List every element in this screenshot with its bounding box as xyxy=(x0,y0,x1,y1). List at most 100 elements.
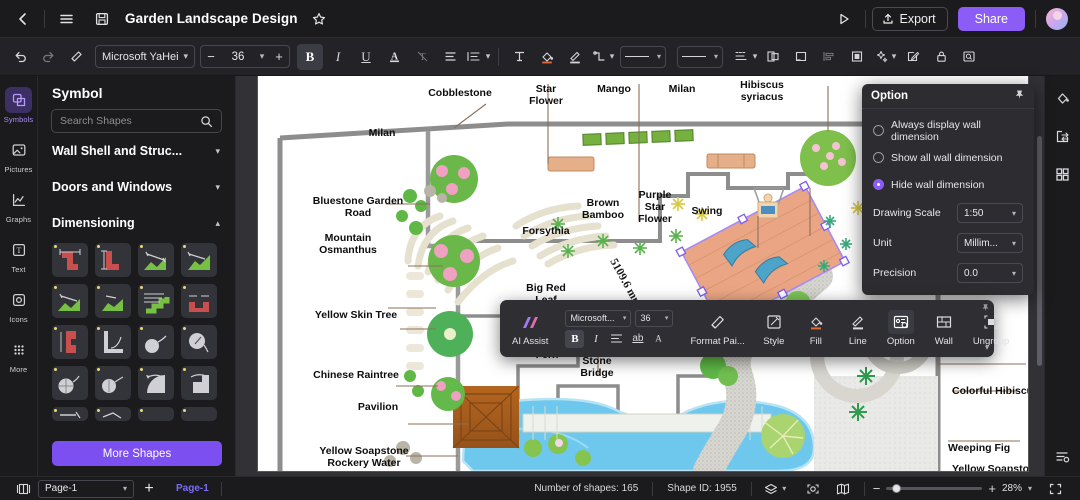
format-painter-button[interactable]: Format Pai... xyxy=(682,300,752,357)
zoom-out-button[interactable]: − xyxy=(873,481,881,496)
duplicate-icon[interactable] xyxy=(760,44,786,70)
connector-icon[interactable]: ▾ xyxy=(590,44,616,70)
canvas-vertical-scrollbar[interactable] xyxy=(1037,136,1042,366)
drawing-scale-select[interactable]: 1:50 ▾ xyxy=(957,203,1023,223)
shape-cell[interactable] xyxy=(95,243,131,277)
list-icon[interactable]: ▾ xyxy=(732,44,758,70)
search-shapes[interactable] xyxy=(51,109,222,133)
undo-icon[interactable] xyxy=(7,44,33,70)
zoom-slider-handle[interactable] xyxy=(892,484,902,493)
option-button[interactable]: Option xyxy=(879,300,923,357)
radio-hide[interactable]: Hide wall dimension xyxy=(873,171,1023,198)
shape-cell[interactable] xyxy=(95,366,131,400)
font-size-decrease[interactable]: − xyxy=(201,49,221,64)
ai-assist-button[interactable]: AI Assist xyxy=(504,300,556,357)
align-icon[interactable] xyxy=(437,44,463,70)
bold-button[interactable]: B xyxy=(297,43,323,70)
shape-cell[interactable] xyxy=(95,284,131,318)
save-icon[interactable] xyxy=(87,6,117,32)
radio-always-display[interactable]: Always display wall dimension xyxy=(873,117,1023,144)
rail-item-text[interactable]: T Text xyxy=(1,232,37,278)
star-icon[interactable] xyxy=(304,6,334,32)
layers-icon[interactable]: ▾ xyxy=(760,478,790,500)
line-color-icon[interactable] xyxy=(562,44,588,70)
shape-cell[interactable] xyxy=(138,407,174,421)
format-painter-icon[interactable] xyxy=(63,44,89,70)
find-icon[interactable] xyxy=(956,44,982,70)
map-overview-icon[interactable] xyxy=(828,478,858,500)
shape-cell[interactable] xyxy=(52,407,88,421)
avatar[interactable] xyxy=(1046,7,1068,30)
line-weight-select[interactable]: ▾ xyxy=(677,45,723,68)
rail-item-graphs[interactable]: Graphs xyxy=(1,182,37,228)
export-button[interactable]: Export xyxy=(871,6,948,31)
crop-icon[interactable] xyxy=(844,44,870,70)
more-options-icon[interactable]: ▾ xyxy=(985,343,989,352)
wall-button[interactable]: Wall xyxy=(923,300,965,357)
section-dimensioning[interactable]: Dimensioning ▴ xyxy=(38,205,235,241)
lock-icon[interactable] xyxy=(928,44,954,70)
focus-icon[interactable] xyxy=(798,478,828,500)
zoom-in-button[interactable]: + xyxy=(988,481,996,496)
shape-cell[interactable] xyxy=(181,243,217,277)
font-color-button[interactable]: A xyxy=(381,44,407,70)
mini-italic-button[interactable]: I xyxy=(586,330,605,348)
rail-item-pictures[interactable]: Pictures xyxy=(1,132,37,178)
rail-item-icons[interactable]: Icons xyxy=(1,282,37,328)
zoom-value[interactable]: 28% xyxy=(1002,483,1022,494)
layers-settings-icon[interactable] xyxy=(1050,444,1076,468)
page-tab-page-1[interactable]: Page-1 xyxy=(164,483,221,494)
theme-fill-icon[interactable] xyxy=(1050,86,1076,110)
ungroup-button[interactable]: Ungroup xyxy=(965,300,1017,357)
more-shapes-button[interactable]: More Shapes xyxy=(52,441,222,466)
section-doors-windows[interactable]: Doors and Windows ▾ xyxy=(38,169,235,205)
shape-cell[interactable] xyxy=(138,325,174,359)
font-size-stepper[interactable]: − 36 ▾ + xyxy=(200,45,290,68)
mini-font-size-select[interactable]: 36 ▾ xyxy=(635,309,674,327)
text-box-icon[interactable] xyxy=(506,44,532,70)
page-select[interactable]: Page-1 ▾ xyxy=(38,479,134,498)
section-wall-shell[interactable]: Wall Shell and Struc... ▾ xyxy=(38,133,235,169)
font-size-value[interactable]: 36 xyxy=(221,51,255,63)
shape-cell[interactable] xyxy=(95,407,131,421)
font-family-select[interactable]: Microsoft YaHei ▾ xyxy=(95,45,195,68)
shape-cell[interactable] xyxy=(138,366,174,400)
rail-item-more[interactable]: More xyxy=(1,332,37,378)
mini-font-family-select[interactable]: Microsoft... ▾ xyxy=(565,309,632,327)
line-style-select[interactable]: ▾ xyxy=(620,45,666,68)
shape-icon[interactable] xyxy=(788,44,814,70)
menu-icon[interactable] xyxy=(51,6,81,32)
share-button[interactable]: Share xyxy=(957,6,1025,31)
unit-select[interactable]: Millim... ▾ xyxy=(957,233,1023,253)
font-size-increase[interactable]: + xyxy=(269,49,289,64)
shape-cell[interactable] xyxy=(138,284,174,318)
shape-cell[interactable] xyxy=(181,407,217,421)
shape-cell[interactable] xyxy=(95,325,131,359)
fit-screen-icon[interactable] xyxy=(1040,478,1070,500)
search-input[interactable] xyxy=(60,115,200,127)
mini-font-color-button[interactable]: A xyxy=(649,330,668,348)
edit-icon[interactable] xyxy=(900,44,926,70)
fill-color-icon[interactable] xyxy=(534,44,560,70)
shape-cell[interactable] xyxy=(52,325,88,359)
line-button[interactable]: Line xyxy=(837,300,879,357)
precision-select[interactable]: 0.0 ▾ xyxy=(957,263,1023,283)
align-icon[interactable] xyxy=(607,330,626,348)
mini-bold-button[interactable]: B xyxy=(565,329,585,348)
shape-cell[interactable] xyxy=(52,366,88,400)
chevron-down-icon[interactable]: ▾ xyxy=(255,51,269,62)
shape-cell[interactable] xyxy=(181,366,217,400)
zoom-slider[interactable] xyxy=(886,484,983,493)
effects-icon[interactable]: ▾ xyxy=(872,44,898,70)
redo-icon[interactable] xyxy=(35,44,61,70)
pin-icon[interactable] xyxy=(1014,87,1025,105)
clear-format-icon[interactable]: T xyxy=(409,44,435,70)
style-button[interactable]: Style xyxy=(753,300,795,357)
fill-button[interactable]: Fill xyxy=(795,300,837,357)
shape-cell[interactable] xyxy=(52,243,88,277)
grid-layout-icon[interactable] xyxy=(1050,162,1076,186)
shape-cell[interactable] xyxy=(181,284,217,318)
add-page-button[interactable]: + xyxy=(134,478,164,500)
mini-text-case-button[interactable]: ab xyxy=(628,330,647,348)
shape-cell[interactable] xyxy=(181,325,217,359)
